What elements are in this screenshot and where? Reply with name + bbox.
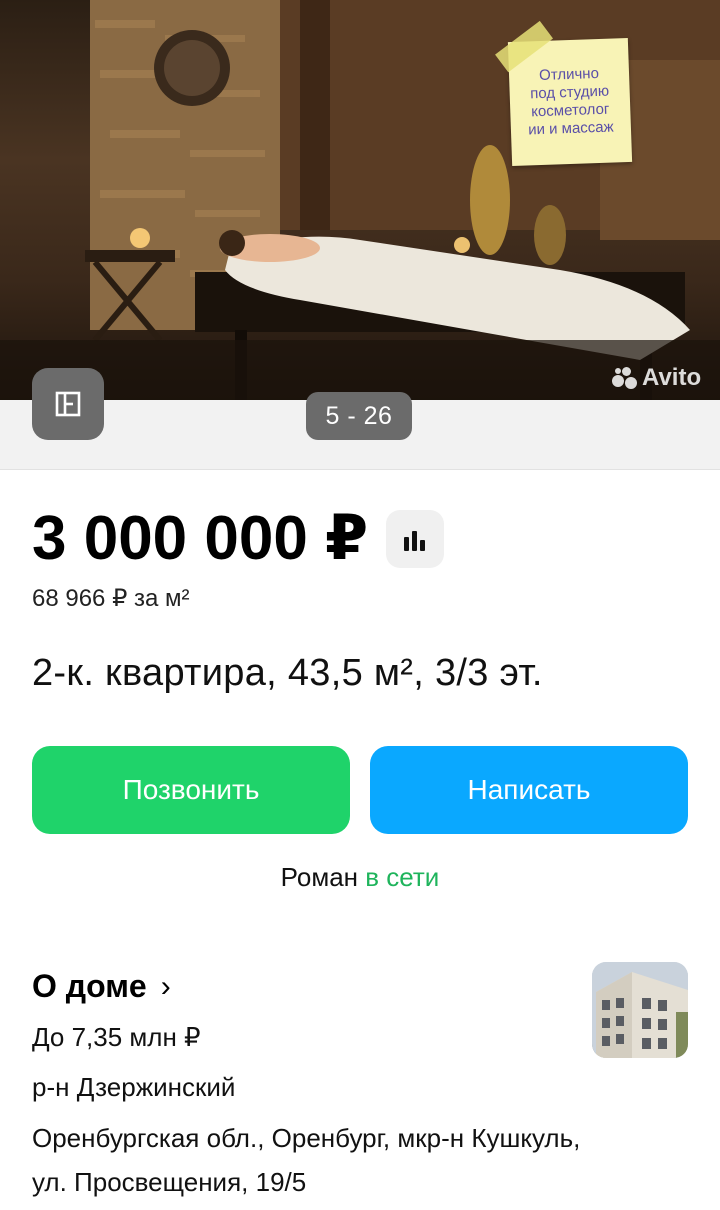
avito-logo-icon xyxy=(612,367,638,389)
sticker-text: Отлично под студию косметолог ии и масса… xyxy=(527,64,614,139)
price: 3 000 000 ₽ xyxy=(32,504,369,573)
seller-name: Роман xyxy=(280,862,359,892)
bar-chart-icon xyxy=(404,531,426,551)
chevron-right-icon: › xyxy=(160,969,171,1003)
about-house-link[interactable]: О доме › xyxy=(32,968,171,1005)
price-row: 3 000 000 ₽ xyxy=(32,504,445,573)
call-button[interactable]: Позвонить xyxy=(32,746,350,834)
listing-photo[interactable]: Отлично под студию косметолог ии и масса… xyxy=(0,0,720,400)
write-message-button[interactable]: Написать xyxy=(370,746,688,834)
floor-plan-icon xyxy=(55,391,81,417)
online-status: в сети xyxy=(365,862,440,892)
price-per-square-meter: 68 966 ₽ за м² xyxy=(32,585,190,612)
house-price-range: До 7,35 млн ₽ xyxy=(32,1022,201,1052)
price-stats-button[interactable] xyxy=(386,510,445,568)
house-thumbnail[interactable] xyxy=(592,962,688,1058)
photo-gallery[interactable]: Отлично под студию косметолог ии и масса… xyxy=(0,0,720,470)
address: Оренбургская обл., Оренбург, мкр-н Кушку… xyxy=(32,1123,581,1197)
district: р-н Дзержинский xyxy=(32,1072,236,1102)
seller-status: Роман в сети xyxy=(0,862,720,893)
about-house-title: О доме xyxy=(32,968,147,1004)
house-photo xyxy=(592,962,688,1058)
floor-plan-button[interactable] xyxy=(32,368,104,440)
photo-sticker: Отлично под студию косметолог ии и масса… xyxy=(495,20,633,167)
watermark-text: Avito xyxy=(642,364,702,391)
photo-counter: 5 - 26 xyxy=(306,392,412,440)
avito-watermark: Avito xyxy=(612,364,701,392)
listing-title: 2-к. квартира, 43,5 м², 3/3 эт. xyxy=(32,652,543,694)
